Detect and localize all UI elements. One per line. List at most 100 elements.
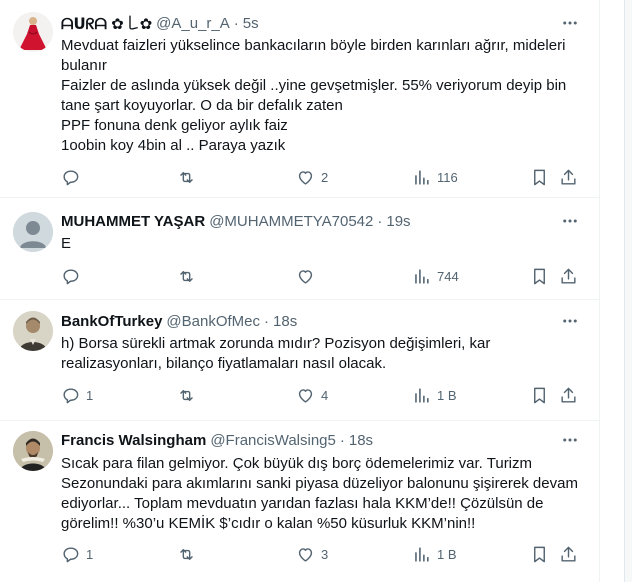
- retweet-icon: [180, 171, 193, 183]
- retweet-icon: [180, 548, 193, 560]
- share-button[interactable]: [559, 160, 578, 194]
- retweet-button[interactable]: [177, 537, 202, 571]
- reply-icon: [63, 546, 79, 562]
- share-icon: [561, 546, 576, 562]
- reply-button[interactable]: [61, 160, 86, 194]
- like-button[interactable]: [296, 259, 321, 293]
- avatar[interactable]: [13, 431, 53, 471]
- timestamp[interactable]: 18s: [349, 432, 373, 449]
- timestamp[interactable]: 5s: [243, 15, 259, 32]
- bookmark-icon: [534, 387, 545, 403]
- display-name[interactable]: MUHAMMET YAŞAR: [61, 213, 205, 230]
- share-button[interactable]: [559, 537, 578, 571]
- views-button[interactable]: 116: [412, 160, 458, 194]
- reply-button[interactable]: 1: [61, 378, 93, 412]
- reply-button[interactable]: [61, 259, 86, 293]
- timeline-feed: ᗩᑌᖇᗩ ✿ ꒒✿ @A_u_r_A · 5s Mevduat faizleri…: [0, 0, 600, 582]
- avatar[interactable]: [13, 12, 53, 52]
- tweet-line: E: [61, 235, 72, 252]
- more-options-button[interactable]: [560, 211, 580, 231]
- bookmark-icon: [534, 546, 545, 562]
- bookmark-icon: [534, 268, 545, 284]
- separator-dot: ·: [339, 431, 345, 449]
- like-button[interactable]: 4: [296, 378, 328, 412]
- display-name[interactable]: ᗩᑌᖇᗩ ✿ ꒒✿: [61, 13, 152, 33]
- heart-icon: [298, 170, 313, 185]
- user-handle[interactable]: @FrancisWalsing5: [210, 432, 336, 449]
- tweet-actions: 2 116: [52, 160, 592, 194]
- reply-button[interactable]: 1: [61, 537, 93, 571]
- reply-count: 1: [86, 546, 94, 562]
- tweet-actions: 1 3 1 B: [52, 537, 592, 571]
- retweet-button[interactable]: [177, 160, 202, 194]
- avatar-image: [13, 431, 53, 471]
- bookmark-button[interactable]: [530, 160, 549, 194]
- separator-dot: ·: [233, 14, 239, 32]
- tweet-text: h) Borsa sürekli artmak zorunda mıdır? P…: [61, 334, 541, 374]
- bookmark-button[interactable]: [530, 259, 549, 293]
- more-options-button[interactable]: [560, 430, 580, 450]
- avatar[interactable]: [13, 311, 53, 351]
- views-button[interactable]: 1 B: [412, 537, 457, 571]
- user-handle[interactable]: @A_u_r_A: [156, 15, 230, 32]
- heart-icon: [298, 269, 313, 284]
- more-icon: [563, 21, 577, 25]
- tweet-line: Faizler de aslında yüksek değil ..yine g…: [61, 77, 571, 114]
- share-button[interactable]: [559, 378, 578, 412]
- retweet-button[interactable]: [177, 378, 202, 412]
- retweet-icon: [180, 389, 193, 401]
- more-options-button[interactable]: [560, 311, 580, 331]
- reply-icon: [63, 387, 79, 403]
- tweet-header: BankOfTurkey @BankOfMec · 18s: [61, 311, 297, 331]
- tweet-text: Mevduat faizleri yükselince bankacıların…: [61, 36, 586, 156]
- views-button[interactable]: 1 B: [412, 378, 457, 412]
- share-icon: [561, 169, 576, 185]
- default-avatar-icon: [13, 212, 53, 252]
- timestamp[interactable]: 18s: [273, 313, 297, 330]
- share-button[interactable]: [559, 259, 578, 293]
- like-count: 2: [321, 169, 329, 185]
- heart-icon: [298, 547, 313, 562]
- display-name[interactable]: Francis Walsingham: [61, 432, 206, 449]
- tweet-header: Francis Walsingham @FrancisWalsing5 · 18…: [61, 430, 373, 450]
- tweet[interactable]: MUHAMMET YAŞAR @MUHAMMETYA70542 · 19s E: [0, 198, 600, 300]
- tweet[interactable]: ᗩᑌᖇᗩ ✿ ꒒✿ @A_u_r_A · 5s Mevduat faizleri…: [0, 0, 600, 198]
- display-name[interactable]: BankOfTurkey: [61, 313, 162, 330]
- separator-dot: ·: [264, 312, 270, 330]
- tweet[interactable]: BankOfTurkey @BankOfMec · 18s h) Borsa s…: [0, 300, 600, 421]
- view-count: 1 B: [437, 387, 457, 403]
- user-handle[interactable]: @MUHAMMETYA70542: [209, 213, 373, 230]
- retweet-button[interactable]: [177, 259, 202, 293]
- tweet[interactable]: Francis Walsingham @FrancisWalsing5 · 18…: [0, 421, 600, 582]
- views-chart-icon: [415, 268, 429, 284]
- share-icon: [561, 387, 576, 403]
- avatar-image: [13, 12, 53, 52]
- reply-icon: [63, 268, 79, 284]
- like-button[interactable]: 3: [296, 537, 328, 571]
- view-count: 116: [437, 169, 458, 185]
- views-chart-icon: [415, 169, 429, 185]
- avatar[interactable]: [13, 212, 53, 252]
- bookmark-button[interactable]: [530, 378, 549, 412]
- more-icon: [563, 319, 577, 323]
- like-count: 4: [321, 387, 329, 403]
- reply-icon: [63, 169, 79, 185]
- views-button[interactable]: 744: [412, 259, 459, 293]
- more-icon: [563, 438, 577, 442]
- more-options-button[interactable]: [560, 13, 580, 33]
- avatar-image: [13, 311, 53, 351]
- timestamp[interactable]: 19s: [386, 213, 410, 230]
- tweet-text: E: [61, 234, 586, 254]
- tweet-header: ᗩᑌᖇᗩ ✿ ꒒✿ @A_u_r_A · 5s: [61, 13, 259, 34]
- bookmark-icon: [534, 169, 545, 185]
- tweet-line: Mevduat faizleri yükselince bankacıların…: [61, 37, 570, 74]
- tweet-header: MUHAMMET YAŞAR @MUHAMMETYA70542 · 19s: [61, 211, 411, 231]
- user-handle[interactable]: @BankOfMec: [166, 313, 260, 330]
- bookmark-button[interactable]: [530, 537, 549, 571]
- retweet-icon: [180, 270, 193, 282]
- views-chart-icon: [415, 387, 429, 403]
- scrollbar-track[interactable]: [624, 0, 632, 582]
- like-button[interactable]: 2: [296, 160, 328, 194]
- view-count: 1 B: [437, 546, 457, 562]
- separator-dot: ·: [377, 212, 383, 230]
